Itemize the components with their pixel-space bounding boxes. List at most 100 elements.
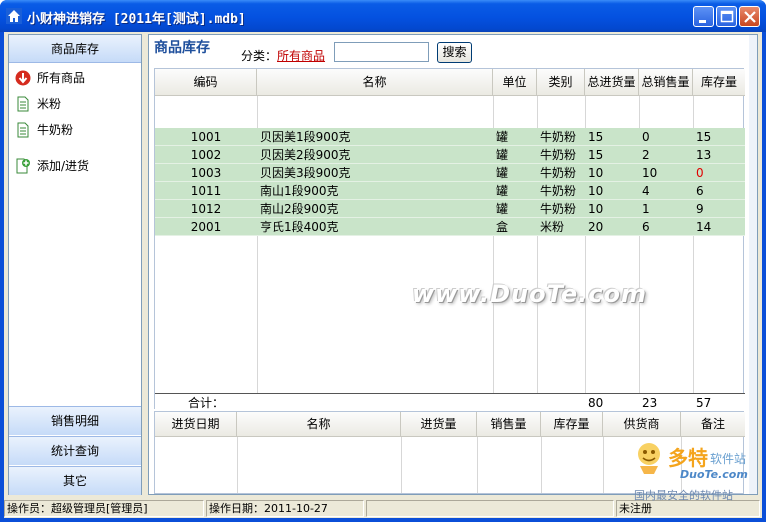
cell-code: 1002 <box>190 148 222 162</box>
sidebar-item-add-stock[interactable]: 添加/进货 <box>15 156 89 176</box>
home-icon <box>6 8 22 24</box>
column-header-purchase-date[interactable]: 进货日期 <box>155 412 237 437</box>
cell-unit: 罐 <box>496 166 509 180</box>
cell-category: 牛奶粉 <box>540 202 577 216</box>
column-header-code[interactable]: 编码 <box>155 69 257 96</box>
client-area: 商品库存 所有商品 米粉 牛奶粉 添加/进货 销售明细 统计查询 其它 商品库存… <box>4 32 762 498</box>
sidebar-sales-detail[interactable]: 销售明细 <box>9 406 141 435</box>
column-header-total-sold[interactable]: 总销售量 <box>639 69 693 96</box>
document-icon <box>17 122 29 138</box>
sidebar-item-label: 米粉 <box>37 97 62 111</box>
page-title: 商品库存 <box>154 40 210 56</box>
category-filter: 分类：所有商品 <box>241 47 325 64</box>
column-header-category[interactable]: 类别 <box>537 69 585 96</box>
column-divider <box>541 437 542 493</box>
column-header-purchase-qty[interactable]: 进货量 <box>401 412 477 437</box>
cell-category: 牛奶粉 <box>540 148 577 162</box>
category-link[interactable]: 所有商品 <box>277 49 325 63</box>
sidebar-item-rice-flour[interactable]: 米粉 <box>15 94 61 114</box>
total-in: 80 <box>588 396 604 410</box>
cell-category: 牛奶粉 <box>540 184 577 198</box>
maximize-button[interactable] <box>716 6 737 27</box>
column-header-stock[interactable]: 库存量 <box>541 412 603 437</box>
cell-unit: 罐 <box>496 148 509 162</box>
table-header: 编码 名称 单位 类别 总进货量 总销售量 库存量 <box>155 69 745 96</box>
total-stock: 57 <box>696 396 712 410</box>
sidebar-statistics[interactable]: 统计查询 <box>9 436 141 465</box>
column-header-stock[interactable]: 库存量 <box>693 69 745 96</box>
sidebar-header-inventory[interactable]: 商品库存 <box>9 35 141 63</box>
add-document-icon <box>16 158 30 174</box>
title-bar[interactable]: 小财神进销存 [2011年[测试].mdb] <box>0 0 766 32</box>
column-divider <box>401 437 402 493</box>
document-icon <box>17 96 29 112</box>
search-button[interactable]: 搜索 <box>437 42 472 63</box>
watermark-logo-en: DuoTe.com <box>680 468 748 481</box>
maximize-icon <box>720 10 734 23</box>
cell-total-sold: 4 <box>642 184 650 198</box>
status-operator: 操作员：超级管理员[管理员] <box>4 500 204 517</box>
cell-total-in: 10 <box>588 202 604 216</box>
cell-unit: 罐 <box>496 202 509 216</box>
cell-category: 米粉 <box>540 220 565 234</box>
column-header-unit[interactable]: 单位 <box>493 69 537 96</box>
category-label: 分类： <box>241 49 278 63</box>
search-input[interactable] <box>334 42 429 62</box>
cell-code: 1001 <box>190 130 222 144</box>
cell-code: 1003 <box>190 166 222 180</box>
sidebar-item-all-products[interactable]: 所有商品 <box>15 68 85 88</box>
sidebar-item-label: 所有商品 <box>37 71 86 85</box>
sidebar-other[interactable]: 其它 <box>9 466 141 495</box>
minimize-button[interactable] <box>693 6 714 27</box>
cell-stock: 9 <box>696 202 704 216</box>
table-row[interactable]: 1001 贝因美1段900克 罐 牛奶粉 15 0 15 <box>155 128 745 146</box>
close-button[interactable] <box>739 6 760 27</box>
watermark-text: www.DuoTe.com <box>412 280 647 308</box>
cell-unit: 罐 <box>496 184 509 198</box>
duote-logo-icon <box>638 443 660 474</box>
column-header-sales-qty[interactable]: 销售量 <box>477 412 541 437</box>
watermark-slogan: 国内最安全的软件站 <box>634 489 733 502</box>
cell-unit: 盒 <box>496 220 509 234</box>
column-header-name[interactable]: 名称 <box>257 69 493 96</box>
column-header-remarks[interactable]: 备注 <box>681 412 745 437</box>
sidebar-item-label: 添加/进货 <box>37 159 90 173</box>
status-empty <box>366 500 614 517</box>
column-header-total-in[interactable]: 总进货量 <box>585 69 639 96</box>
minimize-icon <box>699 20 706 23</box>
cell-total-sold: 10 <box>642 166 658 180</box>
sidebar-item-milk-powder[interactable]: 牛奶粉 <box>15 120 73 140</box>
cell-total-sold: 0 <box>642 130 650 144</box>
cell-code: 1011 <box>190 184 222 198</box>
table-row[interactable]: 1003 贝因美3段900克 罐 牛奶粉 10 10 0 <box>155 164 745 182</box>
cell-category: 牛奶粉 <box>540 166 577 180</box>
main-scrollbar[interactable] <box>749 35 757 494</box>
table-total-row: 合计： 80 23 57 <box>155 393 745 410</box>
cell-stock: 13 <box>696 148 712 162</box>
cell-name: 南山2段900克 <box>260 202 339 216</box>
watermark-logo-sub: 软件站 <box>710 452 747 466</box>
cell-name: 贝因美1段900克 <box>260 130 351 144</box>
table-row[interactable]: 1012 南山2段900克 罐 牛奶粉 10 1 9 <box>155 200 745 218</box>
status-date: 操作日期：2011-10-27 <box>206 500 364 517</box>
cell-stock: 14 <box>696 220 712 234</box>
down-arrow-icon <box>15 70 31 86</box>
cell-total-sold: 6 <box>642 220 650 234</box>
cell-total-in: 10 <box>588 184 604 198</box>
table-row[interactable]: 1002 贝因美2段900克 罐 牛奶粉 15 2 13 <box>155 146 745 164</box>
inventory-table: 编码 名称 单位 类别 总进货量 总销售量 库存量 1001 贝因美1段900克 <box>154 68 745 410</box>
cell-unit: 罐 <box>496 130 509 144</box>
table-row[interactable]: 2001 亨氏1段400克 盒 米粉 20 6 14 <box>155 218 745 236</box>
cell-name: 贝因美2段900克 <box>260 148 351 162</box>
column-divider <box>603 437 604 493</box>
cell-total-sold: 2 <box>642 148 650 162</box>
column-divider <box>477 437 478 493</box>
column-header-supplier[interactable]: 供货商 <box>603 412 681 437</box>
close-icon <box>744 11 756 23</box>
cell-stock: 6 <box>696 184 704 198</box>
column-header-name[interactable]: 名称 <box>237 412 401 437</box>
table-row[interactable]: 1011 南山1段900克 罐 牛奶粉 10 4 6 <box>155 182 745 200</box>
cell-stock-zero: 0 <box>696 166 704 180</box>
window-title: 小财神进销存 [2011年[测试].mdb] <box>27 12 246 27</box>
app-window: 小财神进销存 [2011年[测试].mdb] 商品库存 所有商品 米粉 牛奶粉 … <box>0 0 766 522</box>
